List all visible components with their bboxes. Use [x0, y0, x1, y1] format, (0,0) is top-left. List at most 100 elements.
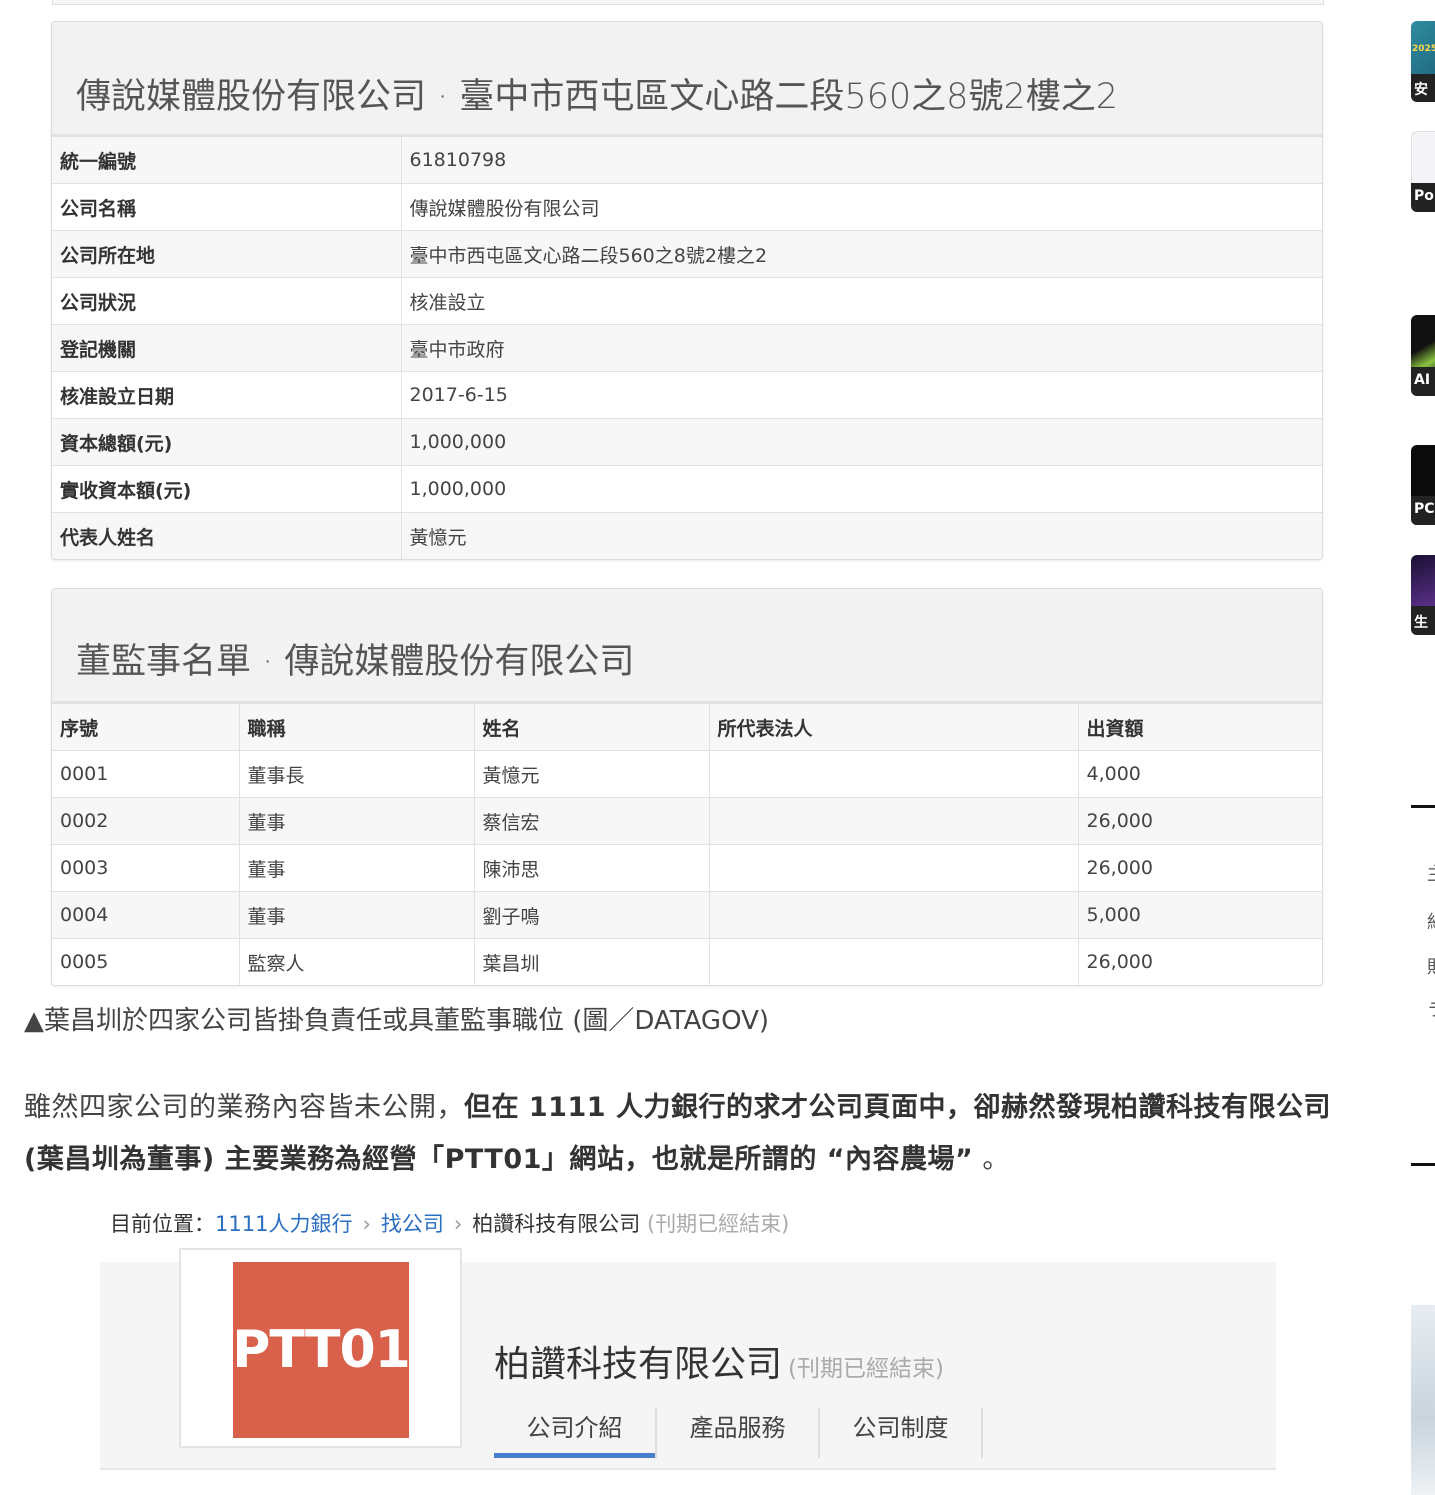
table-row: 0002 董事 蔡信宏 26,000	[52, 797, 1322, 845]
directors-column-header: 職稱	[239, 703, 475, 751]
company-info-row: 核准設立日期 2017-6-15	[52, 371, 1322, 419]
directors-header-row: 序號 職稱 姓名 所代表法人 出資額	[52, 703, 1322, 751]
breadcrumb-link-1111[interactable]: 1111人力銀行	[215, 1212, 352, 1236]
company-info-key: 核准設立日期	[52, 371, 402, 419]
company-info-value: 1,000,000	[401, 465, 1322, 513]
sidebar-card-5-label: 生	[1414, 615, 1428, 631]
company-info-key: 登記機關	[52, 324, 402, 372]
company-info-key: 資本總額(元)	[52, 418, 402, 466]
breadcrumb-label: 目前位置：	[110, 1212, 215, 1236]
directors-cell	[709, 750, 1079, 798]
directors-cell	[709, 797, 1079, 845]
company-info-value: 61810798	[401, 136, 1322, 184]
paragraph-plain-end: 。	[973, 1144, 1010, 1175]
article-paragraph: 雖然四家公司的業務內容皆未公開，但在 1111 人力銀行的求才公司頁面中，卻赫然…	[24, 1082, 1359, 1186]
sidebar-divider	[1411, 805, 1435, 808]
table-row: 0005 監察人 葉昌圳 26,000	[52, 938, 1322, 985]
company-info-key: 統一編號	[52, 136, 402, 184]
sidebar-text-1: 主	[1427, 860, 1435, 886]
company-info-title: 傳說媒體股份有限公司 · 臺中市西屯區文心路二段560之8號2樓之2	[76, 77, 1118, 117]
directors-cell	[709, 891, 1079, 939]
breadcrumb-link-find-company[interactable]: 找公司	[381, 1212, 444, 1236]
company-info-value: 1,000,000	[401, 418, 1322, 466]
directors-cell: 董事	[239, 891, 475, 939]
company-info-row: 公司所在地 臺中市西屯區文心路二段560之8號2樓之2	[52, 230, 1322, 278]
breadcrumb-status: (刊期已經結束)	[646, 1212, 790, 1236]
sidebar-card-tag: 2025 最佳	[1412, 44, 1435, 54]
directors-cell: 監察人	[239, 938, 475, 985]
company-info-panel: 傳說媒體股份有限公司 · 臺中市西屯區文心路二段560之8號2樓之2 統一編號 6…	[51, 21, 1323, 560]
directors-cell: 黃憶元	[474, 750, 710, 798]
directors-cell: 4,000	[1078, 750, 1322, 798]
directors-panel: 董監事名單 · 傳說媒體股份有限公司 序號 職稱 姓名 所代表法人 出資額 0001 董事…	[51, 588, 1323, 986]
image-caption: ▲葉昌圳於四家公司皆掛負責任或具董監事職位 (圖／DATAGOV)	[24, 1006, 770, 1036]
chevron-right-icon: ›	[453, 1212, 463, 1236]
directors-cell: 劉子鳴	[474, 891, 710, 939]
breadcrumb-current: 柏讚科技有限公司	[472, 1212, 641, 1236]
company-status: (刊期已經結束)	[788, 1356, 944, 1382]
directors-cell: 0004	[52, 891, 240, 939]
previous-table-edge	[52, 0, 1324, 5]
company-info-row: 公司名稱 傳說媒體股份有限公司	[52, 183, 1322, 231]
company-info-row: 公司狀況 核准設立	[52, 277, 1322, 325]
company-name-text: 柏讚科技有限公司	[494, 1344, 783, 1385]
directors-title: 董監事名單 · 傳說媒體股份有限公司	[76, 642, 635, 682]
directors-cell: 董事長	[239, 750, 475, 798]
directors-cell: 0003	[52, 844, 240, 892]
company-info-value: 傳說媒體股份有限公司	[401, 183, 1322, 231]
sidebar-image[interactable]	[1411, 1305, 1435, 1495]
tab-company-intro[interactable]: 公司介紹	[494, 1408, 657, 1458]
directors-header: 董監事名單 · 傳說媒體股份有限公司	[52, 589, 1322, 703]
sidebar-card-2-label: Po	[1414, 188, 1434, 204]
sidebar-text-4: ラ	[1427, 996, 1435, 1022]
sidebar-card-3-label: AI	[1414, 372, 1431, 388]
company-tabs: 公司介紹 產品服務 公司制度	[494, 1408, 983, 1458]
company-info-table: 統一編號 61810798 公司名稱 傳說媒體股份有限公司 公司所在地 臺中市西屯區文心路…	[52, 136, 1322, 559]
company-info-key: 公司名稱	[52, 183, 402, 231]
directors-cell: 董事	[239, 797, 475, 845]
table-row: 0001 董事長 黃憶元 4,000	[52, 750, 1322, 798]
directors-cell: 5,000	[1078, 891, 1322, 939]
company-info-value: 臺中市政府	[401, 324, 1322, 372]
directors-cell: 董事	[239, 844, 475, 892]
directors-cell: 26,000	[1078, 844, 1322, 892]
company-info-row: 資本總額(元) 1,000,000	[52, 418, 1322, 466]
directors-cell: 葉昌圳	[474, 938, 710, 985]
directors-cell: 0005	[52, 938, 240, 985]
sidebar-card-1-label: 安	[1414, 82, 1428, 98]
directors-cell: 26,000	[1078, 797, 1322, 845]
company-info-value: 2017-6-15	[401, 371, 1322, 419]
breadcrumb: 目前位置：1111人力銀行 › 找公司 › 柏讚科技有限公司 (刊期已經結束)	[110, 1208, 789, 1238]
company-info-row: 統一編號 61810798	[52, 136, 1322, 184]
directors-cell: 0002	[52, 797, 240, 845]
paragraph-plain-start: 雖然四家公司的業務內容皆未公開，	[24, 1092, 464, 1123]
directors-column-header: 出資額	[1078, 703, 1322, 751]
directors-cell: 蔡信宏	[474, 797, 710, 845]
ptt01-logo: PTT01	[232, 1262, 411, 1438]
chevron-right-icon: ›	[362, 1212, 371, 1236]
directors-column-header: 姓名	[474, 703, 710, 751]
sidebar-card-4-label: PC	[1414, 501, 1435, 517]
tab-products[interactable]: 產品服務	[657, 1408, 820, 1458]
directors-table: 序號 職稱 姓名 所代表法人 出資額 0001 董事長 黃憶元 4,000 0002 董事 蔡信宏 2…	[52, 703, 1322, 985]
company-info-key: 公司狀況	[52, 277, 402, 325]
directors-cell	[709, 938, 1079, 985]
directors-column-header: 所代表法人	[709, 703, 1079, 751]
company-info-header: 傳說媒體股份有限公司 · 臺中市西屯區文心路二段560之8號2樓之2	[52, 22, 1322, 136]
embedded-company-name: 柏讚科技有限公司 (刊期已經結束)	[494, 1335, 944, 1387]
directors-column-header: 序號	[52, 703, 240, 751]
directors-cell: 0001	[52, 750, 240, 798]
company-info-key: 公司所在地	[52, 230, 402, 278]
directors-cell	[709, 844, 1079, 892]
tab-company-system[interactable]: 公司制度	[820, 1408, 983, 1458]
sidebar-divider	[1411, 1163, 1435, 1166]
company-info-row: 實收資本額(元) 1,000,000	[52, 465, 1322, 513]
company-info-key: 實收資本額(元)	[52, 465, 402, 513]
sidebar-text-2: 絲	[1427, 908, 1435, 934]
company-info-value: 臺中市西屯區文心路二段560之8號2樓之2	[401, 230, 1322, 278]
company-info-row: 代表人姓名 黃憶元	[52, 512, 1322, 559]
sidebar-text-3: 財	[1427, 953, 1435, 979]
company-info-row: 登記機關 臺中市政府	[52, 324, 1322, 372]
table-row: 0003 董事 陳沛思 26,000	[52, 844, 1322, 892]
directors-cell: 26,000	[1078, 938, 1322, 985]
